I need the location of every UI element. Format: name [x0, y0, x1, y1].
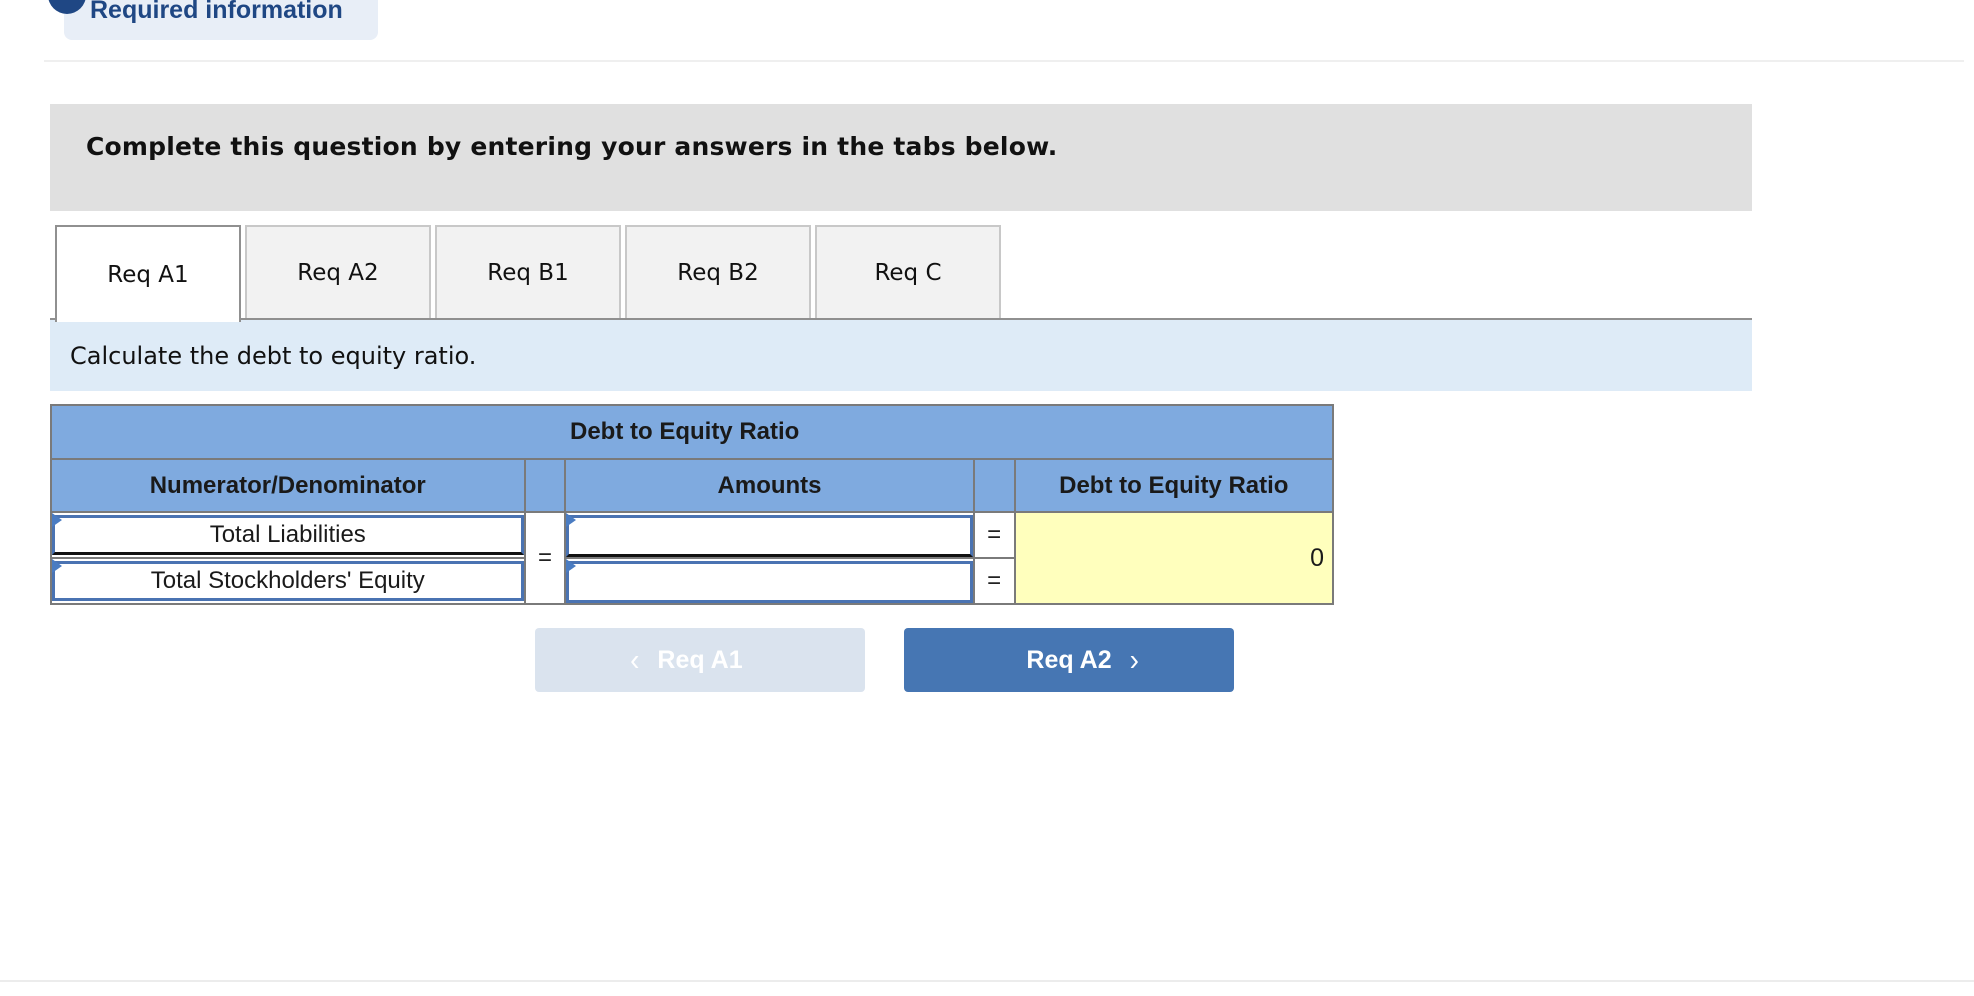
next-req-label: Req A2 [1026, 645, 1112, 674]
next-req-button[interactable]: ‹ Req A2 › [904, 628, 1234, 692]
dropdown-marker-icon [52, 513, 62, 527]
input-marker-icon [566, 559, 577, 573]
numerator-amount-cell[interactable] [564, 511, 975, 559]
table-row: Total Liabilities = = 0 [50, 511, 1335, 605]
chevron-left-icon: ‹ [630, 642, 640, 677]
tab-req-c[interactable]: Req C [815, 225, 1001, 319]
equals-sign: = [972, 511, 1016, 559]
dropdown-marker-icon [52, 559, 62, 573]
tab-req-b2[interactable]: Req B2 [625, 225, 811, 319]
numerator-amount-input[interactable] [566, 515, 973, 557]
instructions-text: Complete this question by entering your … [86, 132, 1058, 161]
debt-to-equity-result: 0 [1013, 511, 1335, 605]
debt-to-equity-table: Debt to Equity Ratio Numerator/Denominat… [50, 404, 1335, 605]
required-information-label: Required information [90, 0, 343, 24]
denominator-label[interactable]: Total Stockholders' Equity [52, 561, 524, 601]
column-header-ratio: Debt to Equity Ratio [1013, 458, 1335, 513]
chevron-right-icon: › [1129, 642, 1139, 677]
denominator-amount-input[interactable] [566, 561, 973, 603]
equals-sign: = [972, 557, 1016, 605]
previous-req-button[interactable]: ‹ Req A1 › [535, 628, 865, 692]
column-header-numerator-denominator: Numerator/Denominator [50, 458, 526, 513]
tab-req-a2[interactable]: Req A2 [245, 225, 431, 319]
tab-req-b1[interactable]: Req B1 [435, 225, 621, 319]
instructions-box: Complete this question by entering your … [50, 104, 1752, 211]
top-divider [44, 60, 1964, 62]
denominator-label-cell[interactable]: Total Stockholders' Equity [50, 557, 526, 605]
previous-req-label: Req A1 [657, 645, 743, 674]
table-title: Debt to Equity Ratio [50, 404, 1334, 460]
question-prompt: Calculate the debt to equity ratio. [50, 320, 1752, 391]
column-header-spacer [523, 458, 567, 513]
numerator-label-cell[interactable]: Total Liabilities [50, 511, 526, 559]
prompt-text: Calculate the debt to equity ratio. [70, 342, 477, 370]
equals-sign: = [523, 511, 567, 605]
column-header-spacer [972, 458, 1016, 513]
tab-req-a1[interactable]: Req A1 [55, 225, 241, 322]
numerator-label[interactable]: Total Liabilities [52, 515, 524, 555]
denominator-amount-cell[interactable] [564, 557, 975, 605]
column-header-amounts: Amounts [564, 458, 975, 513]
bottom-divider [0, 980, 1974, 982]
input-marker-icon [566, 513, 577, 527]
table-title-text: Debt to Equity Ratio [570, 418, 800, 445]
